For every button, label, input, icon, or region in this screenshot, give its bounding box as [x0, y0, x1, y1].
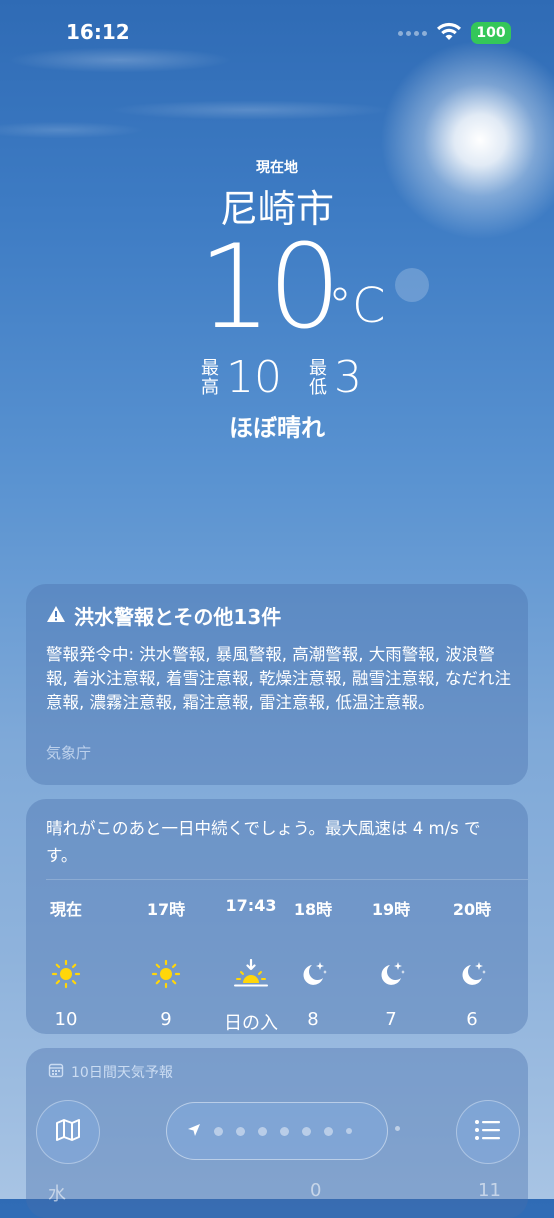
moon-stars-icon [351, 944, 431, 1004]
page-dot[interactable] [302, 1126, 311, 1136]
list-icon [474, 1119, 502, 1145]
alert-source[interactable]: 気象庁 [46, 742, 91, 763]
sun-icon [26, 944, 106, 1004]
moon-stars-icon [273, 944, 353, 1004]
warning-icon [46, 604, 74, 628]
hour-time: 19時 [371, 900, 411, 919]
forecast-title: 10日間天気予報 [71, 1065, 173, 1081]
forecast-peek-value2: 11 [478, 1180, 501, 1201]
alert-title: 洪水警報とその他13件 [74, 605, 282, 629]
page-dot[interactable] [214, 1126, 223, 1136]
page-dot-overflow [395, 1126, 400, 1131]
hour-time: 20時 [452, 900, 492, 919]
lens-flare [395, 268, 429, 302]
hour-time: 17時 [146, 900, 186, 919]
page-dot[interactable] [258, 1126, 267, 1136]
hour-temp: 6 [466, 1009, 478, 1030]
low-label: 最低 [309, 357, 327, 398]
high-label: 最高 [201, 357, 219, 398]
alert-body: 警報発令中: 洪水警報, 暴風警報, 高潮警報, 大雨警報, 波浪警報, 着氷注… [46, 645, 511, 712]
map-button[interactable] [36, 1100, 100, 1164]
forecast-peek-value: 0 [310, 1180, 322, 1201]
hour-item: 現在 10 [26, 896, 106, 1030]
status-dots [398, 31, 428, 37]
low-value: 3 [334, 352, 362, 403]
temperature-unit: °C [328, 278, 386, 334]
divider [46, 879, 528, 880]
alert-title-row: 洪水警報とその他13件 [46, 601, 281, 630]
hour-temp: 8 [307, 1009, 319, 1030]
sun-icon [126, 944, 206, 1004]
location-arrow-icon [187, 1122, 201, 1141]
hour-item: 19時 7 [351, 896, 431, 1030]
page-indicator[interactable] [166, 1102, 388, 1160]
page-dot[interactable] [280, 1126, 289, 1136]
page-dot[interactable] [346, 1128, 352, 1134]
forecast-header: 10日間天気予報 [48, 1062, 173, 1082]
current-temperature: 10 [198, 220, 342, 355]
hourly-forecast-card[interactable]: 晴れがこのあと一日中続くでしょう。最大風速は 4 m/s です。 現在 10 1… [26, 799, 528, 1034]
map-icon [54, 1116, 82, 1148]
hour-time: 18時 [293, 900, 333, 919]
calendar-icon [48, 1062, 71, 1082]
location-list-button[interactable] [456, 1100, 520, 1164]
page-dot[interactable] [236, 1126, 245, 1136]
high-low: 最高 10 最低 3 [200, 352, 388, 403]
hourly-summary: 晴れがこのあと一日中続くでしょう。最大風速は 4 m/s です。 [46, 819, 481, 865]
forecast-peek-day: 水 [48, 1184, 66, 1205]
hour-time: 現在 [49, 900, 82, 919]
battery-indicator: 100 [471, 22, 511, 44]
hour-item: 17時 9 [126, 896, 206, 1030]
hour-item: 20時 6 [432, 896, 512, 1030]
hour-temp: 7 [385, 1009, 397, 1030]
hour-item: 18時 8 [273, 896, 353, 1030]
wifi-icon [436, 22, 462, 46]
location-label: 現在地 [256, 160, 298, 176]
weather-alert-card[interactable]: 洪水警報とその他13件 警報発令中: 洪水警報, 暴風警報, 高潮警報, 大雨警… [26, 584, 528, 785]
page-dot[interactable] [324, 1126, 333, 1136]
status-time: 16:12 [66, 20, 130, 44]
hour-temp: 10 [54, 1009, 78, 1030]
hour-temp: 9 [160, 1009, 172, 1030]
current-temperature-block: 10 °C [198, 220, 386, 355]
condition-text: ほぼ晴れ [229, 414, 325, 442]
high-value: 10 [226, 352, 282, 403]
moon-stars-icon [432, 944, 512, 1004]
